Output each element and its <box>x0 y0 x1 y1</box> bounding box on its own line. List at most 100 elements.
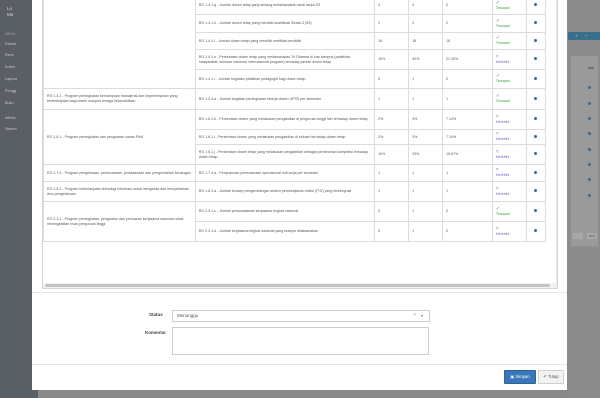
kegiatan-cell: RO 1.4.1.i - Jumlah dosen tetap yang mem… <box>194 32 376 50</box>
value-cell-c: 0 <box>442 69 493 89</box>
row-action-cell[interactable] <box>525 201 547 222</box>
close-button[interactable]: ↶ Tutup <box>538 370 564 384</box>
minus-icon[interactable]: − <box>585 33 587 38</box>
row-action-cell[interactable] <box>525 129 547 145</box>
value-cell-a: 0 <box>374 201 410 222</box>
status-label: Tercapai <box>495 99 510 103</box>
row-action-cell[interactable] <box>525 32 547 50</box>
komentar-label: Komentar <box>145 330 167 335</box>
row-action-cell[interactable] <box>525 88 547 110</box>
sidebar-item-rencana[interactable]: Renc <box>5 53 14 57</box>
clear-icon[interactable]: × <box>413 312 416 318</box>
row-indicator-dot[interactable] <box>534 117 538 120</box>
row-action-cell[interactable] <box>525 164 547 182</box>
indicator-table: RO 1.4.1.g - Jumlah dosen tetap yang sed… <box>43 0 547 242</box>
table-row: RO 1.6.1 - Program peningkatan dan pengu… <box>43 109 547 165</box>
vertical-scroll-gutter[interactable] <box>556 0 557 283</box>
value-cell-c: 1 <box>442 164 493 182</box>
row-action-cell[interactable] <box>525 181 547 202</box>
value-cell-b: 4 <box>408 0 444 15</box>
row-action-cell[interactable] <box>525 49 547 70</box>
value-cell-b: 1 <box>408 88 444 110</box>
table-row: RO 2.3.1 - Program peningkatan, penguata… <box>43 201 547 242</box>
status-select[interactable]: Menunggu × ▾ <box>172 310 430 322</box>
status-label: Tercapai <box>495 211 510 216</box>
value-cell-a: 4 <box>374 0 410 15</box>
indicator-table-container[interactable]: RO 1.4.1.g - Jumlah dosen tetap yang sed… <box>42 0 558 284</box>
row-indicator-dot[interactable] <box>534 38 538 42</box>
sidebar-item-sistem[interactable]: Sistem <box>5 127 17 131</box>
divider <box>32 292 567 293</box>
value-cell-a: 18 <box>374 32 410 50</box>
row-indicator-dot[interactable] <box>534 189 538 192</box>
sidebar-item-kriteria[interactable]: Kriteri <box>5 65 15 69</box>
sidebar-item-website[interactable]: Websi <box>5 116 15 120</box>
background-right-panel: + − Akti Next <box>568 0 600 398</box>
status-cell: ✓ Tercapai <box>491 0 527 15</box>
value-cell-c: 0 <box>442 221 493 242</box>
row-indicator-dot[interactable] <box>534 170 538 174</box>
value-cell-a: 1 <box>374 88 410 110</box>
row-action-cell[interactable] <box>525 109 547 130</box>
status-label: Melebihi <box>495 119 510 124</box>
sidebar-item-laporan[interactable]: Lapora <box>5 77 17 81</box>
row-action-cell[interactable] <box>525 144 547 165</box>
status-cell: ≈ Melebihi <box>491 49 527 70</box>
value-cell-c: 18 <box>442 32 493 50</box>
status-label: Melebihi <box>495 173 510 177</box>
row-indicator-dot[interactable] <box>534 57 538 60</box>
sidebar-item-pengguna[interactable]: Pengg <box>5 89 16 93</box>
background-prev-button[interactable] <box>572 232 584 240</box>
status-cell: ≈ Melebihi <box>491 109 527 130</box>
value-cell-b: 3% <box>408 129 444 145</box>
background-list-panel <box>571 56 598 246</box>
row-indicator-dot[interactable] <box>534 134 538 138</box>
row-indicator-dot[interactable] <box>534 209 538 212</box>
horizontal-scrollbar-thumb[interactable] <box>45 284 550 287</box>
value-cell-a: 0 <box>374 221 410 242</box>
sidebar-brand: Lo Ma <box>7 6 13 18</box>
row-indicator-dot[interactable] <box>534 3 538 6</box>
background-next-button[interactable]: Next <box>586 232 598 240</box>
row-action-cell[interactable] <box>525 69 547 89</box>
value-cell-c: 1 <box>442 88 493 110</box>
value-cell-c: 0 <box>442 0 493 15</box>
row-indicator-dot[interactable] <box>534 21 538 24</box>
value-cell-c: 16.67% <box>442 144 493 165</box>
background-row-dot <box>588 178 591 181</box>
chevron-down-icon[interactable]: ▾ <box>421 313 423 318</box>
row-action-cell[interactable] <box>525 0 547 15</box>
value-cell-b: 2 <box>408 14 444 33</box>
ro-program-cell: RO 1.8.3 - Program keberlanjutan teknolo… <box>43 181 196 202</box>
status-cell: ≈ Melebihi <box>491 221 527 242</box>
row-action-cell[interactable] <box>525 14 547 33</box>
row-indicator-dot[interactable] <box>534 96 538 100</box>
kegiatan-cell: RO 1.6.1.i - Persentase dosen yang melak… <box>194 129 376 145</box>
ro-program-cell: RO 1.6.1 - Program peningkatan dan pengu… <box>43 109 196 165</box>
plus-icon[interactable]: + <box>575 33 577 38</box>
row-indicator-dot[interactable] <box>534 152 538 155</box>
value-cell-c: 7.14% <box>442 109 493 130</box>
value-cell-b: 1 <box>408 181 444 202</box>
value-cell-a: 1 <box>374 181 410 202</box>
sidebar-item-dashboard[interactable]: Dashb <box>5 42 16 46</box>
horizontal-scrollbar[interactable] <box>42 283 558 289</box>
status-label: Melebihi <box>495 59 510 64</box>
status-label: Melebihi <box>495 191 510 196</box>
komentar-textarea[interactable] <box>172 327 429 355</box>
value-cell-c: 7.14% <box>442 129 493 145</box>
value-cell-b: 1 <box>408 164 444 182</box>
status-label: Tercapai <box>495 79 510 83</box>
table-row: RO 1.8.3 - Program keberlanjutan teknolo… <box>43 181 547 202</box>
row-action-cell[interactable] <box>525 221 547 242</box>
sidebar-item-buku[interactable]: Buku <box>5 101 14 105</box>
row-indicator-dot[interactable] <box>534 229 538 232</box>
save-button[interactable]: ▣ Simpan <box>504 370 536 384</box>
value-cell-c: 0 <box>442 201 493 222</box>
status-cell: ✓ Tercapai <box>491 32 527 50</box>
background-row-dot <box>588 163 591 166</box>
row-indicator-dot[interactable] <box>534 76 538 80</box>
status-cell: ≈ Melebihi <box>491 181 527 202</box>
sidebar-section-label: MENU <box>5 32 16 36</box>
ro-program-cell: RO 1.7.4 - Program pengelolaan, perencan… <box>43 164 196 182</box>
